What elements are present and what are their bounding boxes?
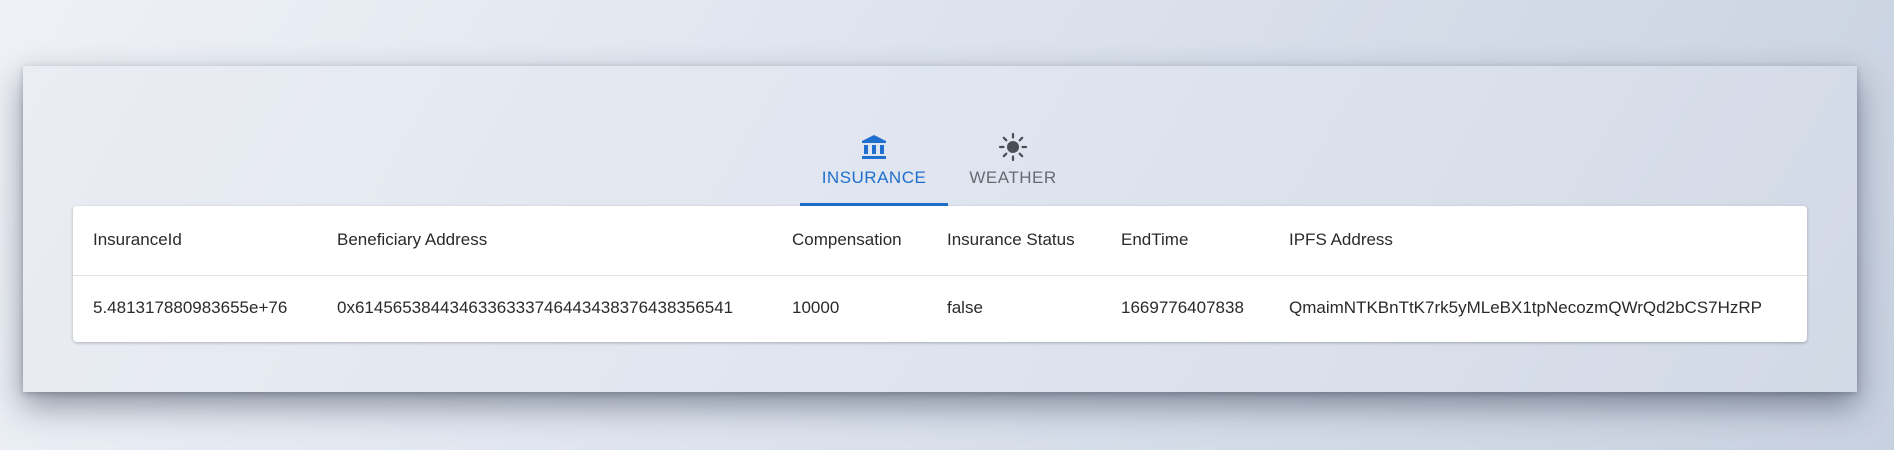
header-insurance-id: InsuranceId [93, 230, 182, 250]
main-panel: INSURANCE WEATHER InsuranceId Beneficiar… [23, 66, 1857, 392]
header-compensation: Compensation [792, 230, 902, 250]
tab-weather-label: WEATHER [969, 168, 1057, 187]
sun-icon [998, 132, 1028, 162]
insurance-table-card: InsuranceId Beneficiary Address Compensa… [73, 206, 1807, 342]
table-header-row: InsuranceId Beneficiary Address Compensa… [73, 206, 1807, 275]
header-beneficiary-address: Beneficiary Address [337, 230, 488, 250]
header-ipfs-address: IPFS Address [1289, 230, 1393, 250]
cell-compensation: 10000 [792, 298, 840, 318]
cell-insurance-id: 5.481317880983655e+76 [93, 298, 288, 318]
tab-weather[interactable]: WEATHER [948, 126, 1078, 206]
header-end-time: EndTime [1121, 230, 1189, 250]
cell-beneficiary-address: 0x61456538443463363337464434383764383565… [337, 298, 734, 318]
tab-insurance-label: INSURANCE [821, 168, 927, 187]
insurance-table: InsuranceId Beneficiary Address Compensa… [73, 206, 1807, 341]
bank-icon [859, 132, 889, 162]
table-row: 5.481317880983655e+76 0x6145653844346336… [73, 275, 1807, 341]
header-insurance-status: Insurance Status [947, 230, 1075, 250]
cell-insurance-status: false [947, 298, 983, 318]
cell-ipfs-address: QmaimNTKBnTtK7rk5yMLeBX1tpNecozmQWrQd2bC… [1289, 298, 1762, 318]
tab-bar: INSURANCE WEATHER [800, 126, 1078, 206]
tab-insurance[interactable]: INSURANCE [800, 126, 948, 206]
cell-end-time: 1669776407838 [1121, 298, 1244, 318]
